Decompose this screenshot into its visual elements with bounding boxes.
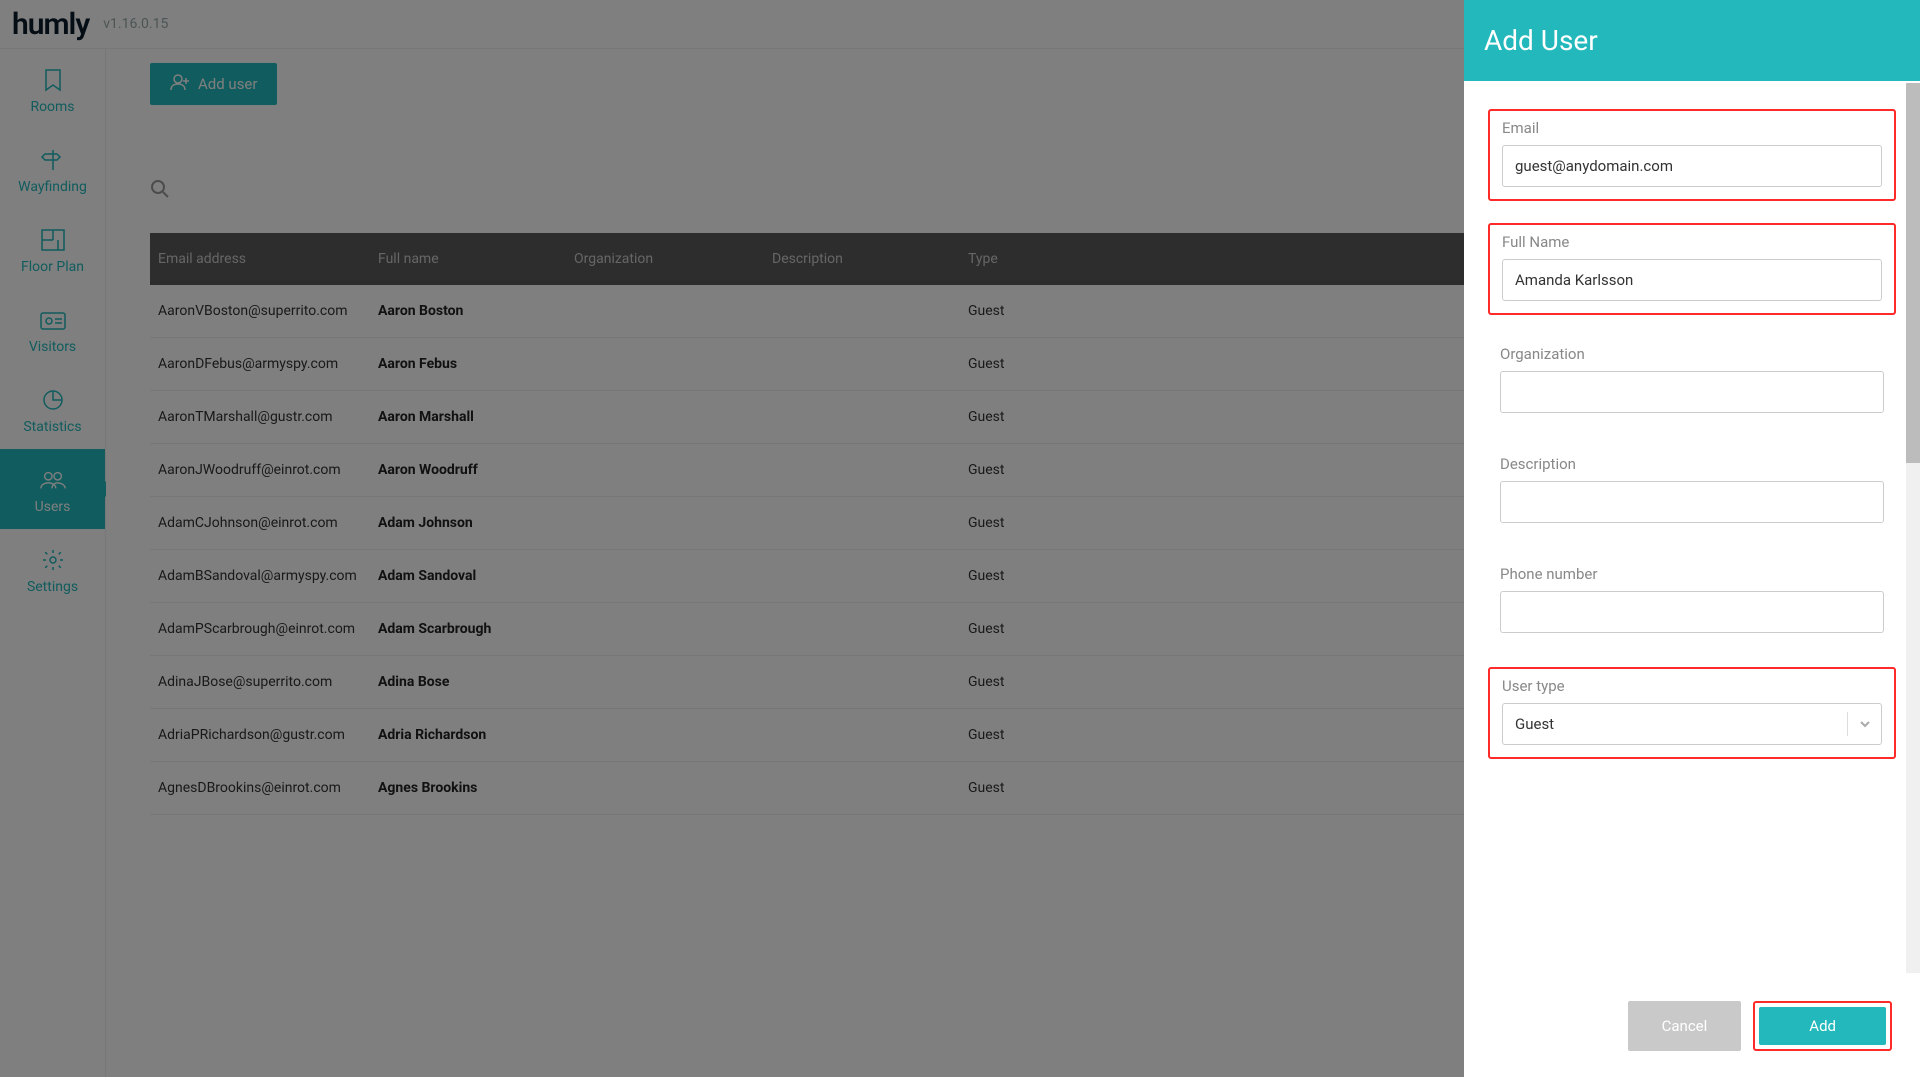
description-label: Description <box>1500 455 1884 473</box>
field-email: Email <box>1488 109 1896 201</box>
add-button-highlight: Add <box>1753 1001 1892 1051</box>
email-input[interactable] <box>1502 145 1882 187</box>
phone-input[interactable] <box>1500 591 1884 633</box>
fullname-input[interactable] <box>1502 259 1882 301</box>
drawer-scrollbar[interactable] <box>1906 83 1920 973</box>
add-button[interactable]: Add <box>1759 1007 1886 1045</box>
drawer-title: Add User <box>1464 0 1920 81</box>
organization-label: Organization <box>1500 345 1884 363</box>
fullname-label: Full Name <box>1502 233 1882 251</box>
scrollbar-thumb[interactable] <box>1906 83 1920 463</box>
drawer-body: Email Full Name Organization Description… <box>1464 81 1920 975</box>
drawer-footer: Cancel Add <box>1464 975 1920 1077</box>
field-usertype: User type <box>1488 667 1896 759</box>
cancel-button[interactable]: Cancel <box>1628 1001 1742 1051</box>
field-fullname: Full Name <box>1488 223 1896 315</box>
field-phone: Phone number <box>1488 557 1896 645</box>
description-input[interactable] <box>1500 481 1884 523</box>
field-description: Description <box>1488 447 1896 535</box>
usertype-label: User type <box>1502 677 1882 695</box>
organization-input[interactable] <box>1500 371 1884 413</box>
field-organization: Organization <box>1488 337 1896 425</box>
add-user-drawer: Add User Email Full Name Organization De… <box>1464 0 1920 1077</box>
usertype-select[interactable] <box>1502 703 1882 745</box>
phone-label: Phone number <box>1500 565 1884 583</box>
email-label: Email <box>1502 119 1882 137</box>
